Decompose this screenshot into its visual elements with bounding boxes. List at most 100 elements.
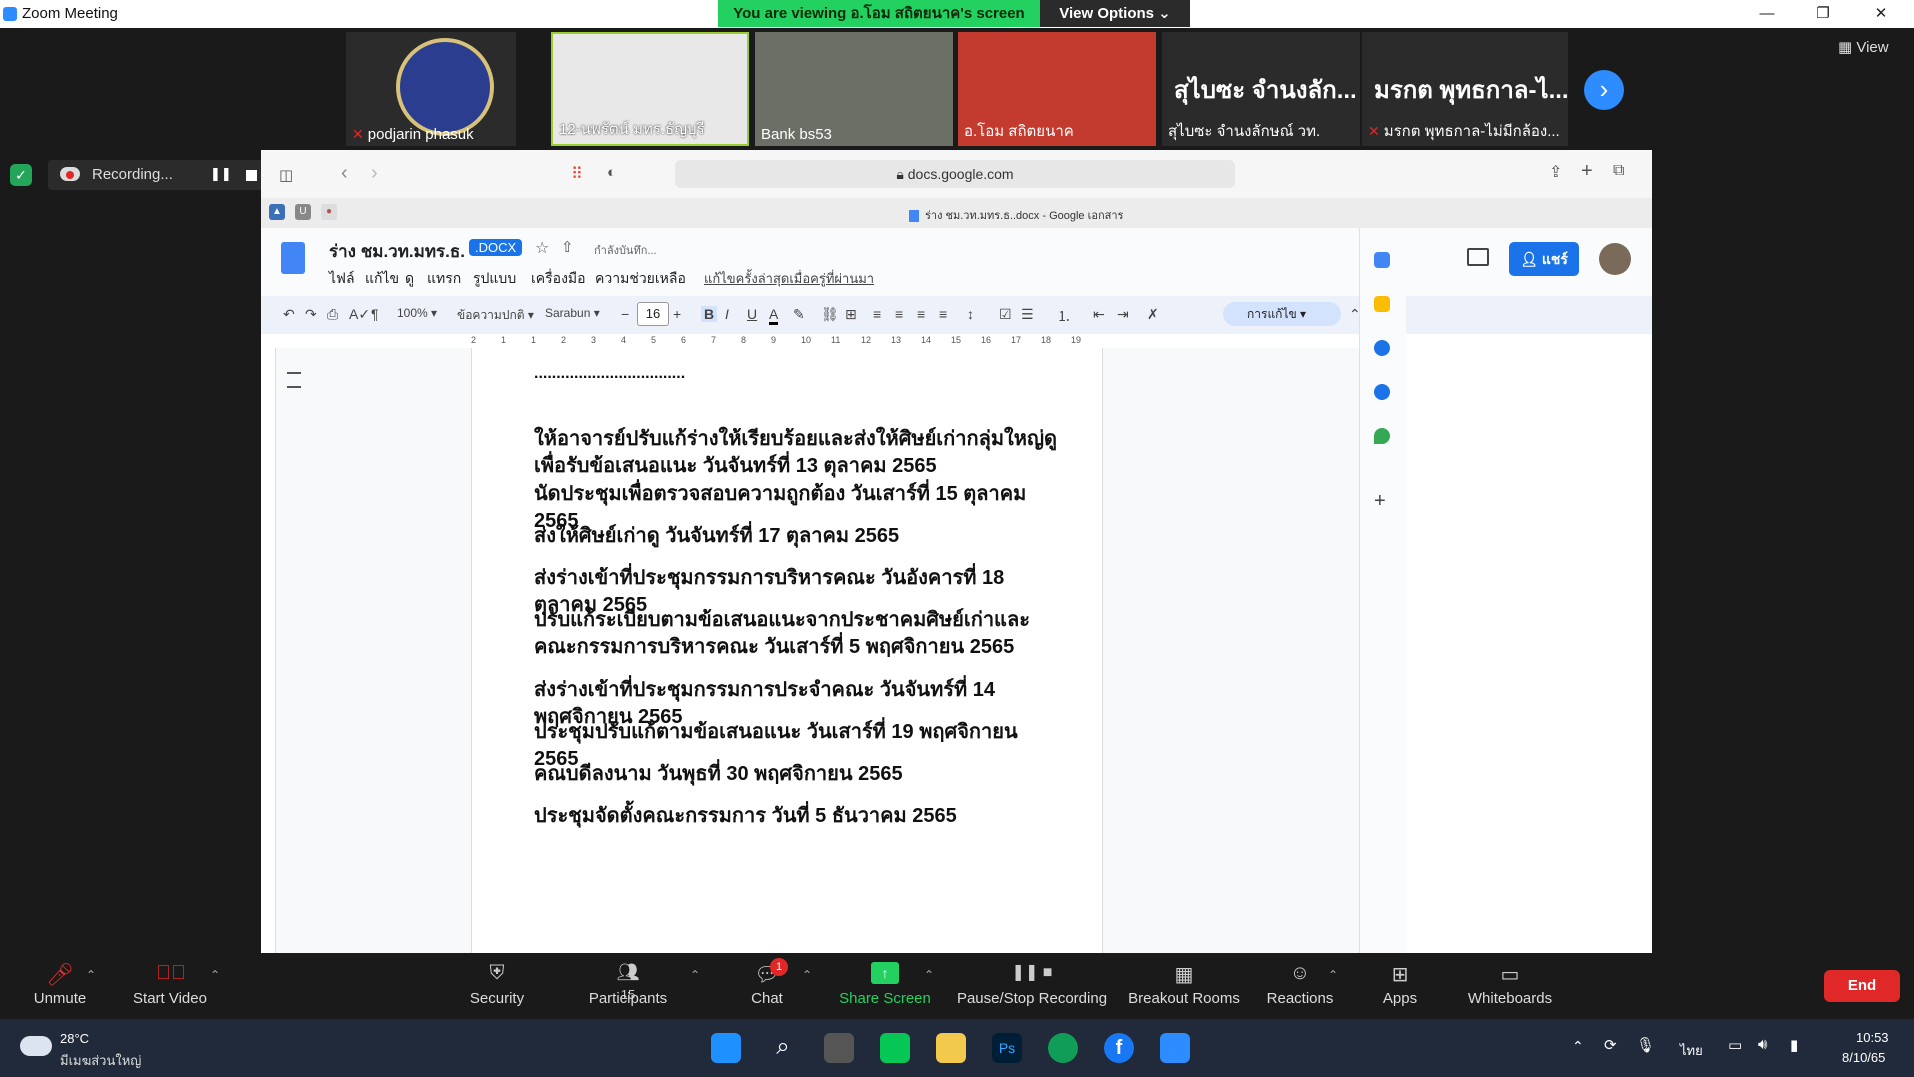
whiteboards-button[interactable]: ▭ Whiteboards [1450, 962, 1570, 1007]
menu-help[interactable]: ความช่วยเหลือ [595, 268, 686, 290]
decrease-font-icon[interactable]: − [621, 306, 629, 322]
italic-icon[interactable]: I [725, 306, 729, 322]
align-center-icon[interactable]: ≡ [895, 306, 903, 322]
editing-mode-select[interactable]: การแก้ไข ▾ [1223, 302, 1341, 326]
shield-icon[interactable]: ◐ [607, 164, 616, 181]
document-outline-icon[interactable] [287, 372, 301, 388]
pause-stop-recording-button[interactable]: ❚❚ ■ Pause/Stop Recording [952, 962, 1112, 1007]
line-app-icon[interactable] [880, 1033, 910, 1063]
battery-icon[interactable]: ▮ [1790, 1036, 1798, 1054]
font-select[interactable]: Sarabun ▾ [545, 306, 600, 320]
zoom-app-icon[interactable] [1160, 1033, 1190, 1063]
mic-icon[interactable]: 🎙︎ [1636, 1036, 1655, 1054]
justify-icon[interactable]: ≡ [939, 306, 947, 322]
end-meeting-button[interactable]: End [1824, 970, 1900, 1002]
minimize-icon[interactable]: — [1744, 2, 1790, 26]
pinned-tab-icon[interactable]: U [295, 204, 311, 220]
maps-icon[interactable] [1374, 428, 1390, 444]
text-color-icon[interactable]: A [769, 306, 779, 325]
pinned-tab-icon[interactable]: ▲ [269, 204, 285, 220]
file-explorer-icon[interactable] [936, 1033, 966, 1063]
pause-recording-icon[interactable]: ❚❚ [210, 166, 232, 182]
keep-icon[interactable] [1374, 296, 1390, 312]
bold-icon[interactable]: B [701, 306, 718, 322]
document-title[interactable]: ร่าง ชม.วท.มทร.ธ. [329, 238, 465, 265]
menu-format[interactable]: รูปแบบ [473, 268, 516, 290]
sidebar-icon[interactable]: ◫ [279, 166, 293, 184]
start-icon[interactable] [711, 1033, 741, 1063]
task-view-icon[interactable] [824, 1033, 854, 1063]
share-button[interactable]: 👤︎ แชร์ [1509, 242, 1579, 276]
close-icon[interactable]: ✕ [1858, 2, 1904, 26]
next-page-icon[interactable]: › [1584, 70, 1624, 110]
weather-description[interactable]: มีเมฆส่วนใหญ่ [60, 1050, 141, 1071]
style-select[interactable]: ข้อความปกติ ▾ [457, 306, 534, 325]
menu-insert[interactable]: แทรก [427, 268, 461, 290]
participant-tile[interactable]: อ.โอม สถิตยนาค [958, 32, 1156, 146]
underline-icon[interactable]: U [747, 306, 757, 322]
redo-icon[interactable]: ↷ [305, 306, 317, 323]
sync-icon[interactable]: ⟳ [1604, 1036, 1617, 1054]
increase-font-icon[interactable]: + [673, 306, 681, 322]
calendar-icon[interactable] [1374, 252, 1390, 268]
security-button[interactable]: ⛨ Security [437, 962, 557, 1007]
tabs-overview-icon[interactable]: ⧉ [1613, 162, 1624, 180]
clear-formatting-icon[interactable]: ✗ [1147, 306, 1159, 323]
unmute-button[interactable]: 🎤︎ Unmute [0, 962, 120, 1007]
reactions-options-icon[interactable]: ⌃ [1328, 968, 1338, 982]
forward-icon[interactable]: › [371, 162, 378, 185]
paint-format-icon[interactable]: ¶ [371, 306, 379, 322]
edge-icon[interactable] [1048, 1033, 1078, 1063]
clock-time[interactable]: 10:53 [1856, 1030, 1889, 1045]
tray-chevron-icon[interactable]: ⌃ [1572, 1038, 1584, 1055]
network-icon[interactable]: ▭ [1728, 1036, 1742, 1054]
share-icon[interactable]: ⇪ [1549, 162, 1562, 182]
participant-tile[interactable]: Bank bs53 [755, 32, 953, 146]
pinned-tab-icon[interactable]: ● [321, 204, 337, 220]
zoom-select[interactable]: 100% ▾ [397, 306, 437, 320]
view-options-button[interactable]: View Options ⌄ [1040, 0, 1190, 27]
bulleted-list-icon[interactable]: ☰ [1021, 306, 1034, 323]
document-page[interactable]: .................................. ให้อา… [471, 348, 1103, 953]
address-bar[interactable]: 🔒︎ docs.google.com [675, 160, 1235, 188]
new-tab-icon[interactable]: + [1581, 160, 1593, 183]
tab-active[interactable]: ร่าง ชม.วท.มทร.ธ..docx - Google เอกสาร [909, 206, 1123, 224]
font-size-input[interactable]: 16 [637, 302, 669, 326]
comment-icon[interactable] [1467, 248, 1489, 266]
audio-options-icon[interactable]: ⌃ [86, 968, 96, 982]
paragraph[interactable]: คณบดีลงนาม วันพุธที่ 30 พฤศจิกายน 2565 [534, 761, 1064, 788]
docs-logo-icon[interactable] [281, 242, 305, 274]
participant-tile[interactable]: 12-นพรัตน์ มทร.ธัญบุรี [551, 32, 749, 146]
apps-grid-icon[interactable]: ⠿ [571, 164, 583, 184]
menu-view[interactable]: ดู [405, 268, 414, 290]
breakout-rooms-button[interactable]: ▦ Breakout Rooms [1124, 962, 1244, 1007]
align-right-icon[interactable]: ≡ [917, 306, 925, 322]
print-icon[interactable]: ⎙ [327, 306, 338, 323]
decrease-indent-icon[interactable]: ⇤ [1093, 306, 1105, 323]
view-button[interactable]: ▦ View [1838, 38, 1889, 56]
photoshop-icon[interactable]: Ps [992, 1033, 1022, 1063]
participants-button[interactable]: 👥︎ 15 Participants [568, 962, 688, 1007]
menu-file[interactable]: ไฟล์ [329, 268, 355, 290]
paragraph[interactable]: ประชุมจัดตั้งคณะกรรมการ วันที่ 5 ธันวาคม… [534, 803, 1064, 830]
spellcheck-icon[interactable]: A✓ [349, 306, 370, 323]
facebook-icon[interactable]: f [1104, 1033, 1134, 1063]
line-spacing-icon[interactable]: ↕ [967, 306, 974, 322]
weather-temperature[interactable]: 28°C [60, 1031, 89, 1046]
tasks-icon[interactable] [1374, 340, 1390, 356]
align-left-icon[interactable]: ≡ [873, 306, 881, 322]
volume-icon[interactable]: 🔊︎ [1758, 1036, 1767, 1053]
undo-icon[interactable]: ↶ [283, 306, 295, 323]
participant-tile[interactable]: ✕ podjarin phasuk [346, 32, 516, 146]
clock-date[interactable]: 8/10/65 [1842, 1050, 1885, 1065]
participant-tile[interactable]: สุไบซะ จำนงลัก... สุไบซะ จำนงลักษณ์ วท. [1162, 32, 1360, 146]
back-icon[interactable]: ‹ [341, 162, 348, 185]
move-icon[interactable]: ⇧ [561, 238, 574, 256]
video-options-icon[interactable]: ⌃ [210, 968, 220, 982]
add-addon-icon[interactable]: + [1374, 490, 1386, 513]
participant-tile[interactable]: มรกต พุทธกาล-ไ... ✕ มรกต พุทธกาล-ไม่มีกล้… [1362, 32, 1568, 146]
add-comment-icon[interactable]: ⊞ [845, 306, 857, 323]
paragraph[interactable]: ส่งให้ศิษย์เก่าดู วันจันทร์ที่ 17 ตุลาคม… [534, 523, 1064, 550]
checklist-icon[interactable]: ☑ [999, 306, 1012, 323]
chat-options-icon[interactable]: ⌃ [802, 968, 812, 982]
